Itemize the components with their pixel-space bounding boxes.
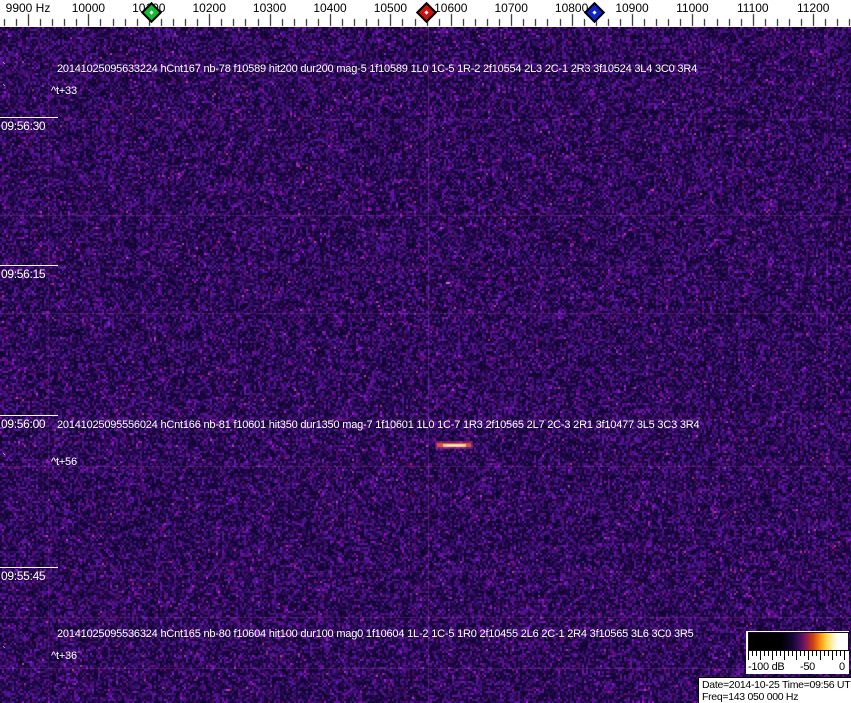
freq-label-10200: 10200 (192, 1, 226, 15)
echo-time-offset: ^t+33 (51, 85, 77, 97)
time-label-095600: 09:56:00 (0, 415, 58, 431)
status-info-box: Date=2014-10-25 Time=09:56 UTC Freq=143 … (698, 677, 851, 703)
spectrogram-area: 09:56:30 09:56:15 09:56:00 09:55:45 20141025… (0, 27, 851, 703)
freq-label-11100: 11100 (737, 1, 769, 15)
freq-label-10300: 10300 (252, 1, 287, 15)
echo-time-offset: ^t+36 (51, 650, 77, 662)
freq-label-11000: 11000 (676, 1, 709, 15)
freq-label-10600: 10600 (434, 1, 468, 15)
freq-label-10800: 10800 (554, 1, 589, 15)
colorbar-gradient (748, 632, 849, 651)
edge-tick-mark: ` (2, 60, 6, 74)
detection-log-line: 20141025095536324 hCnt165 nb-80 f10604 h… (57, 628, 694, 640)
freq-label-10700: 10700 (494, 1, 528, 15)
freq-label-10900: 10900 (615, 1, 649, 15)
info-date-line: Date=2014-10-25 Time=09:56 UTC (702, 679, 851, 691)
time-label-095630: 09:56:30 (0, 117, 58, 133)
edge-tick-mark: ` (2, 451, 6, 465)
colorbar-label-mid: -50 (800, 661, 815, 673)
freq-label-9900-hz: 9900 Hz (5, 1, 51, 15)
colorbar-ticks (748, 651, 847, 661)
colorbar-label-min: -100 dB (748, 661, 785, 673)
meteor-spectrogram-app: 9900 Hz100001010010200103001040010500106… (0, 0, 851, 703)
freq-label-10400: 10400 (313, 1, 347, 15)
edge-tick-mark: ` (2, 82, 6, 96)
info-freq-line: Freq=143 050 000 Hz (702, 691, 799, 703)
time-label-095615: 09:56:15 (0, 265, 58, 281)
colorbar-label-max: 0 (839, 661, 845, 673)
intensity-colorbar: -100 dB -50 0 (746, 631, 849, 674)
spectrogram-canvas (0, 27, 851, 703)
freq-label-10500: 10500 (373, 1, 408, 15)
frequency-ruler: 9900 Hz100001010010200103001040010500106… (0, 0, 851, 27)
freq-label-11200: 11200 (796, 1, 830, 15)
freq-label-10000: 10000 (71, 1, 106, 15)
detection-log-line: 20141025095633224 hCnt167 nb-78 f10589 h… (57, 63, 697, 75)
detection-log-line: 20141025095556024 hCnt166 nb-81 f10601 h… (57, 419, 700, 431)
echo-time-offset: ^t+56 (51, 456, 77, 468)
time-label-095545: 09:55:45 (0, 567, 58, 583)
edge-tick-mark: ` (2, 644, 6, 658)
